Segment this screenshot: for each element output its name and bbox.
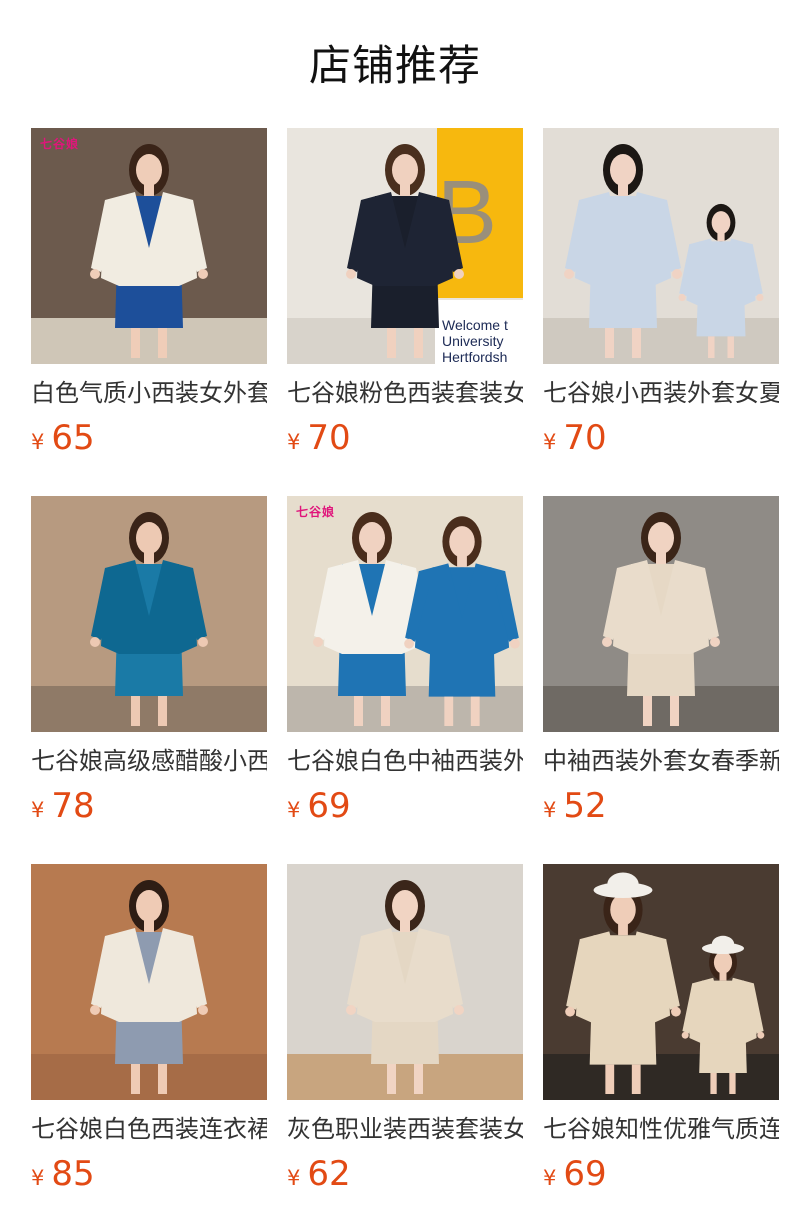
product-card[interactable]: 七谷娘白色西装连衣裙 ¥85 [31, 864, 267, 1204]
product-name[interactable]: 七谷娘粉色西装套装女 [287, 376, 523, 410]
svg-text:Welcome t: Welcome t [442, 317, 508, 333]
svg-text:University: University [442, 333, 503, 349]
product-name[interactable]: 中袖西装外套女春季新款 [543, 744, 779, 778]
product-name[interactable]: 白色气质小西装女外套 [31, 376, 267, 410]
product-image[interactable] [287, 864, 523, 1100]
product-image[interactable]: B Welcome t University Hertfordsh [287, 128, 523, 364]
currency-symbol: ¥ [31, 798, 45, 822]
product-price: ¥78 [31, 786, 95, 826]
currency-symbol: ¥ [543, 430, 557, 454]
product-name[interactable]: 七谷娘高级感醋酸小西装 [31, 744, 267, 778]
product-name[interactable]: 七谷娘知性优雅气质连衣裙 [543, 1112, 779, 1146]
currency-symbol: ¥ [31, 1166, 45, 1190]
currency-symbol: ¥ [287, 798, 301, 822]
price-value: 85 [51, 1154, 95, 1194]
product-card[interactable]: 七谷娘小西装外套女夏季 ¥70 [543, 128, 779, 468]
product-image[interactable] [287, 496, 523, 732]
product-price: ¥70 [543, 418, 607, 458]
price-value: 69 [563, 1154, 607, 1194]
product-price: ¥65 [31, 418, 95, 458]
product-image[interactable] [31, 864, 267, 1100]
product-card[interactable]: B Welcome t University Hertfordsh 七谷娘粉色西装套装… [287, 128, 523, 468]
product-image[interactable] [543, 496, 779, 732]
currency-symbol: ¥ [543, 798, 557, 822]
price-value: 70 [563, 418, 607, 458]
currency-symbol: ¥ [287, 1166, 301, 1190]
page-title: 店铺推荐 [308, 41, 481, 90]
product-name[interactable]: 灰色职业装西装套装女 [287, 1112, 523, 1146]
product-price: ¥52 [543, 786, 607, 826]
brand-watermark: 七谷娘 [296, 505, 336, 519]
price-value: 62 [307, 1154, 351, 1194]
product-price: ¥62 [287, 1154, 351, 1194]
product-card[interactable]: 中袖西装外套女春季新款 ¥52 [543, 496, 779, 836]
product-name[interactable]: 七谷娘白色西装连衣裙 [31, 1112, 267, 1146]
price-value: 70 [307, 418, 351, 458]
product-card[interactable]: 七谷娘 七谷娘白色中袖西装外套 ¥69 [287, 496, 523, 836]
product-price: ¥85 [31, 1154, 95, 1194]
product-image[interactable] [31, 496, 267, 732]
product-card[interactable]: 灰色职业装西装套装女 ¥62 [287, 864, 523, 1204]
currency-symbol: ¥ [31, 430, 45, 454]
brand-watermark: 七谷娘 [40, 137, 80, 151]
product-price: ¥69 [287, 786, 351, 826]
product-name[interactable]: 七谷娘小西装外套女夏季 [543, 376, 779, 410]
product-image[interactable] [543, 128, 779, 364]
product-image[interactable] [31, 128, 267, 364]
product-price: ¥70 [287, 418, 351, 458]
product-name[interactable]: 七谷娘白色中袖西装外套 [287, 744, 523, 778]
currency-symbol: ¥ [287, 430, 301, 454]
price-value: 69 [307, 786, 351, 826]
price-value: 52 [563, 786, 607, 826]
product-card[interactable]: 七谷娘高级感醋酸小西装 ¥78 [31, 496, 267, 836]
product-card[interactable]: 七谷娘知性优雅气质连衣裙 ¥69 [543, 864, 779, 1204]
svg-text:Hertfordsh: Hertfordsh [442, 349, 507, 364]
price-value: 65 [51, 418, 95, 458]
currency-symbol: ¥ [543, 1166, 557, 1190]
product-card[interactable]: 七谷娘 白色气质小西装女外套 ¥65 [31, 128, 267, 468]
product-price: ¥69 [543, 1154, 607, 1194]
price-value: 78 [51, 786, 95, 826]
product-image[interactable] [543, 864, 779, 1100]
